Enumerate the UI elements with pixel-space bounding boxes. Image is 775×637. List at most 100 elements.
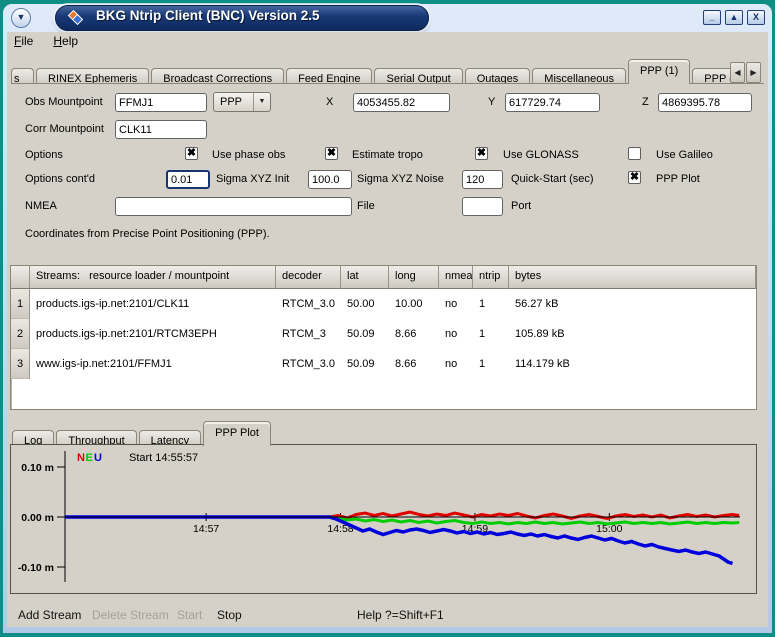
- row-number[interactable]: 3: [11, 349, 30, 379]
- obs-mountpoint-input[interactable]: [115, 93, 207, 112]
- window-menu-button[interactable]: ▼: [11, 8, 31, 28]
- sigma-xyz-init-label: Sigma XYZ Init: [216, 173, 289, 185]
- add-stream-button[interactable]: Add Stream: [14, 606, 85, 624]
- desktop-frame: ▼ BKG Ntrip Client (BNC) Version 2.5 _ ▲…: [0, 0, 775, 637]
- y-label: Y: [488, 96, 495, 108]
- corr-mountpoint-label: Corr Mountpoint: [25, 123, 104, 135]
- tab-scroll-left-icon[interactable]: ◀: [730, 62, 745, 83]
- panel-caption: Coordinates from Precise Point Positioni…: [25, 228, 270, 240]
- table-cell: no: [439, 289, 473, 319]
- use-galileo-checkbox[interactable]: [628, 147, 641, 160]
- column-header: long: [389, 266, 439, 289]
- mode-select[interactable]: PPP ▼: [213, 92, 271, 112]
- table-cell: 50.09: [341, 319, 389, 349]
- table-header-row: Streams: resource loader / mountpointdec…: [11, 266, 756, 289]
- nmea-port-input[interactable]: [462, 197, 503, 216]
- tab-scroll-right-icon[interactable]: ▶: [746, 62, 761, 83]
- titlebar[interactable]: ▼ BKG Ntrip Client (BNC) Version 2.5 _ ▲…: [3, 4, 772, 32]
- estimate-tropo-label: Estimate tropo: [352, 149, 423, 161]
- tab-ppp-1-[interactable]: PPP (1): [628, 59, 690, 84]
- z-label: Z: [642, 96, 649, 108]
- row-number[interactable]: 2: [11, 319, 30, 349]
- table-cell: 50.09: [341, 349, 389, 379]
- column-header: decoder: [276, 266, 341, 289]
- menu-help[interactable]: Help: [47, 32, 84, 50]
- options-contd-label: Options cont'd: [25, 173, 95, 185]
- tab-miscellaneous[interactable]: Miscellaneous: [532, 68, 626, 84]
- legend-E: E: [86, 452, 93, 464]
- tab-serial-output[interactable]: Serial Output: [374, 68, 462, 84]
- use-galileo-label: Use Galileo: [656, 149, 713, 161]
- nmea-label: NMEA: [25, 200, 57, 212]
- table-cell: 56.27 kB: [509, 289, 756, 319]
- estimate-tropo-checkbox[interactable]: ✖: [325, 147, 338, 160]
- svg-text:14:57: 14:57: [193, 523, 219, 535]
- tab-scroll-buttons: ◀ ▶: [730, 62, 761, 83]
- table-row[interactable]: 1products.igs-ip.net:2101/CLK11RTCM_3.05…: [11, 289, 756, 319]
- table-cell: RTCM_3.0: [276, 289, 341, 319]
- chevron-down-icon: ▼: [17, 12, 26, 22]
- column-header: bytes: [509, 266, 756, 289]
- start-button[interactable]: Start: [173, 606, 206, 624]
- table-cell: products.igs-ip.net:2101/RTCM3EPH: [30, 319, 276, 349]
- maximize-icon[interactable]: ▲: [725, 10, 743, 25]
- svg-text:0.10 m: 0.10 m: [21, 462, 54, 474]
- tab-rinex-ephemeris[interactable]: RINEX Ephemeris: [36, 68, 149, 84]
- use-phase-obs-checkbox[interactable]: ✖: [185, 147, 198, 160]
- legend-N: N: [77, 452, 85, 464]
- bottom-tab-bar: LogThroughputLatencyPPP Plot: [12, 421, 273, 445]
- options-label: Options: [25, 149, 63, 161]
- table-row[interactable]: 3www.igs-ip.net:2101/FFMJ1RTCM_3.050.098…: [11, 349, 756, 379]
- ppp-plot-label: PPP Plot: [656, 173, 700, 185]
- x-coordinate-input[interactable]: [353, 93, 450, 112]
- table-cell: 1: [473, 289, 509, 319]
- menu-file[interactable]: File: [8, 32, 39, 50]
- delete-stream-button[interactable]: Delete Stream: [88, 606, 173, 624]
- z-coordinate-input[interactable]: [658, 93, 752, 112]
- y-coordinate-input[interactable]: [505, 93, 600, 112]
- close-icon[interactable]: X: [747, 10, 765, 25]
- port-label: Port: [511, 200, 531, 212]
- table-cell: 114.179 kB: [509, 349, 756, 379]
- use-glonass-checkbox[interactable]: ✖: [475, 147, 488, 160]
- tab-ppp-plot[interactable]: PPP Plot: [203, 421, 271, 446]
- obs-mountpoint-label: Obs Mountpoint: [25, 96, 103, 108]
- table-cell: 105.89 kB: [509, 319, 756, 349]
- ppp-plot-checkbox[interactable]: ✖: [628, 171, 641, 184]
- legend-U: U: [94, 452, 102, 464]
- window-controls: _ ▲ X: [703, 10, 765, 25]
- action-bar: Help ?=Shift+F1 Add StreamDelete StreamS…: [7, 606, 768, 626]
- table-cell: RTCM_3: [276, 319, 341, 349]
- use-glonass-label: Use GLONASS: [503, 149, 579, 161]
- column-header: lat: [341, 266, 389, 289]
- sigma-xyz-init-input[interactable]: [166, 170, 210, 189]
- chevron-down-icon: ▼: [253, 93, 270, 111]
- tab-ppp-2-[interactable]: PPP (2): [692, 68, 730, 84]
- svg-text:0.00 m: 0.00 m: [21, 512, 54, 524]
- table-row[interactable]: 2products.igs-ip.net:2101/RTCM3EPHRTCM_3…: [11, 319, 756, 349]
- table-cell: no: [439, 349, 473, 379]
- mode-select-value: PPP: [214, 93, 253, 111]
- x-label: X: [326, 96, 333, 108]
- table-cell: 8.66: [389, 349, 439, 379]
- stop-button[interactable]: Stop: [213, 606, 246, 624]
- tab-s[interactable]: s: [11, 68, 34, 84]
- nmea-file-input[interactable]: [115, 197, 352, 216]
- tab-broadcast-corrections[interactable]: Broadcast Corrections: [151, 68, 284, 84]
- sigma-xyz-noise-input[interactable]: [308, 170, 352, 189]
- row-number[interactable]: 1: [11, 289, 30, 319]
- table-cell: products.igs-ip.net:2101/CLK11: [30, 289, 276, 319]
- table-corner: [11, 266, 30, 289]
- menu-bar: File Help: [7, 32, 768, 53]
- tab-outages[interactable]: Outages: [465, 68, 531, 84]
- table-cell: RTCM_3.0: [276, 349, 341, 379]
- table-cell: no: [439, 319, 473, 349]
- ppp-plot-canvas: 0.10 m0.00 m-0.10 m14:5714:5814:5915:00N…: [11, 445, 756, 593]
- corr-mountpoint-input[interactable]: [115, 120, 207, 139]
- window-title: BKG Ntrip Client (BNC) Version 2.5: [96, 4, 320, 28]
- table-cell: www.igs-ip.net:2101/FFMJ1: [30, 349, 276, 379]
- table-cell: 10.00: [389, 289, 439, 319]
- tab-feed-engine[interactable]: Feed Engine: [286, 68, 372, 84]
- quick-start-input[interactable]: [462, 170, 503, 189]
- minimize-icon[interactable]: _: [703, 10, 721, 25]
